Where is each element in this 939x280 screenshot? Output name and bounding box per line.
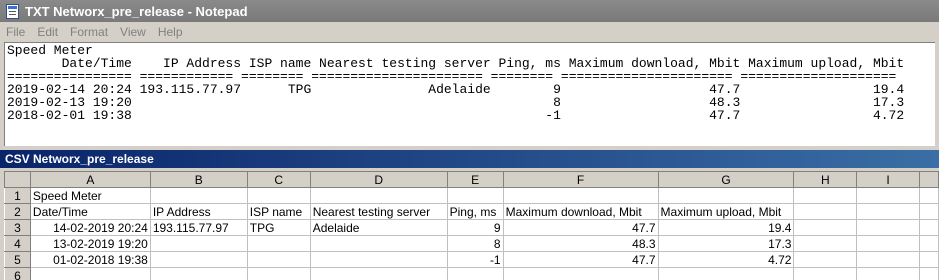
notepad-menu-bar: File Edit Format View Help	[0, 22, 939, 42]
column-header-h[interactable]: H	[793, 171, 858, 188]
row-header[interactable]: 6	[4, 267, 31, 280]
cell[interactable]	[918, 267, 939, 280]
menu-file[interactable]: File	[6, 25, 25, 39]
cell[interactable]	[856, 187, 920, 204]
column-header-row: A B C D E F G H I	[4, 171, 939, 188]
column-header-i[interactable]: I	[856, 171, 920, 188]
select-all-corner[interactable]	[4, 171, 31, 188]
cell[interactable]: 19.4	[657, 219, 795, 236]
cell[interactable]: Maximum upload, Mbit	[657, 203, 795, 220]
cell[interactable]: 13-02-2019 19:20	[29, 235, 151, 252]
notepad-title: TXT Networx_pre_release - Notepad	[25, 3, 248, 19]
csv-title-bar[interactable]: CSV Networx_pre_release	[0, 150, 939, 168]
column-header-e[interactable]: E	[446, 171, 504, 188]
cell[interactable]	[309, 251, 448, 268]
cell[interactable]: IP Address	[149, 203, 248, 220]
cell[interactable]: ISP name	[246, 203, 311, 220]
cell[interactable]	[856, 267, 920, 280]
cell[interactable]	[309, 187, 448, 204]
cell[interactable]	[918, 219, 939, 236]
spreadsheet-grid: A B C D E F G H I 1 Speed Meter 2 Date/Time…	[4, 171, 939, 280]
cell[interactable]	[793, 187, 858, 204]
cell[interactable]	[502, 267, 659, 280]
column-header-d[interactable]: D	[309, 171, 448, 188]
cell[interactable]: Speed Meter	[29, 187, 151, 204]
notepad-content[interactable]: Speed Meter Date/Time IP Address ISP nam…	[5, 43, 935, 123]
table-row: 5 01-02-2018 19:38 -1 47.7 4.72	[4, 251, 939, 268]
cell[interactable]	[149, 235, 248, 252]
menu-help[interactable]: Help	[158, 25, 183, 39]
cell[interactable]	[918, 251, 939, 268]
cell[interactable]	[657, 187, 795, 204]
column-header-extra[interactable]	[918, 171, 939, 188]
row-header[interactable]: 5	[4, 251, 31, 268]
cell[interactable]	[856, 235, 920, 252]
menu-view[interactable]: View	[120, 25, 146, 39]
column-header-a[interactable]: A	[29, 171, 151, 188]
cell[interactable]	[246, 187, 311, 204]
table-row: 6	[4, 267, 939, 280]
cell[interactable]	[246, 267, 311, 280]
cell[interactable]: 8	[446, 235, 504, 252]
cell[interactable]	[657, 267, 795, 280]
cell[interactable]	[246, 251, 311, 268]
cell[interactable]	[149, 267, 248, 280]
cell[interactable]	[446, 187, 504, 204]
cell[interactable]: 4.72	[657, 251, 795, 268]
cell[interactable]	[793, 267, 858, 280]
cell[interactable]	[918, 235, 939, 252]
cell[interactable]: 47.7	[502, 219, 659, 236]
table-row: 3 14-02-2019 20:24 193.115.77.97 TPG Adelaid…	[4, 219, 939, 236]
cell[interactable]	[502, 187, 659, 204]
table-row: 4 13-02-2019 19:20 8 48.3 17.3	[4, 235, 939, 252]
column-header-g[interactable]: G	[657, 171, 795, 188]
cell[interactable]	[149, 187, 248, 204]
table-row: 1 Speed Meter	[4, 187, 939, 204]
cell[interactable]: 14-02-2019 20:24	[29, 219, 151, 236]
cell[interactable]: Adelaide	[309, 219, 448, 236]
cell[interactable]	[793, 235, 858, 252]
cell[interactable]: 47.7	[502, 251, 659, 268]
table-row: 2 Date/Time IP Address ISP name Nearest test…	[4, 203, 939, 220]
notepad-icon	[6, 3, 19, 19]
column-header-f[interactable]: F	[502, 171, 659, 188]
cell[interactable]	[246, 235, 311, 252]
cell[interactable]: 17.3	[657, 235, 795, 252]
row-header[interactable]: 4	[4, 235, 31, 252]
cell[interactable]: TPG	[246, 219, 311, 236]
cell[interactable]	[918, 187, 939, 204]
cell[interactable]	[793, 203, 858, 220]
column-header-c[interactable]: C	[246, 171, 311, 188]
csv-title: CSV Networx_pre_release	[5, 152, 154, 166]
menu-format[interactable]: Format	[70, 25, 108, 39]
cell[interactable]: Nearest testing server	[309, 203, 448, 220]
cell[interactable]	[309, 235, 448, 252]
cell[interactable]	[309, 267, 448, 280]
row-header[interactable]: 3	[4, 219, 31, 236]
cell[interactable]	[918, 203, 939, 220]
cell[interactable]: 9	[446, 219, 504, 236]
cell[interactable]: 193.115.77.97	[149, 219, 248, 236]
cell[interactable]: 01-02-2018 19:38	[29, 251, 151, 268]
cell[interactable]	[856, 219, 920, 236]
cell[interactable]	[856, 251, 920, 268]
row-header[interactable]: 2	[4, 203, 31, 220]
cell[interactable]	[446, 267, 504, 280]
cell[interactable]: Date/Time	[29, 203, 151, 220]
cell[interactable]: Ping, ms	[446, 203, 504, 220]
cell[interactable]	[793, 251, 858, 268]
cell[interactable]	[856, 203, 920, 220]
notepad-title-bar[interactable]: TXT Networx_pre_release - Notepad	[0, 0, 939, 22]
cell[interactable]	[29, 267, 151, 280]
menu-edit[interactable]: Edit	[37, 25, 58, 39]
cell[interactable]: -1	[446, 251, 504, 268]
row-header[interactable]: 1	[4, 187, 31, 204]
notepad-text-area[interactable]: Speed Meter Date/Time IP Address ISP nam…	[4, 42, 935, 146]
cell[interactable]: Maximum download, Mbit	[502, 203, 659, 220]
spreadsheet-table: A B C D E F G H I 1 Speed Meter 2 Date/Time…	[4, 171, 939, 280]
cell[interactable]	[149, 251, 248, 268]
cell[interactable]: 48.3	[502, 235, 659, 252]
cell[interactable]	[793, 219, 858, 236]
column-header-b[interactable]: B	[149, 171, 248, 188]
